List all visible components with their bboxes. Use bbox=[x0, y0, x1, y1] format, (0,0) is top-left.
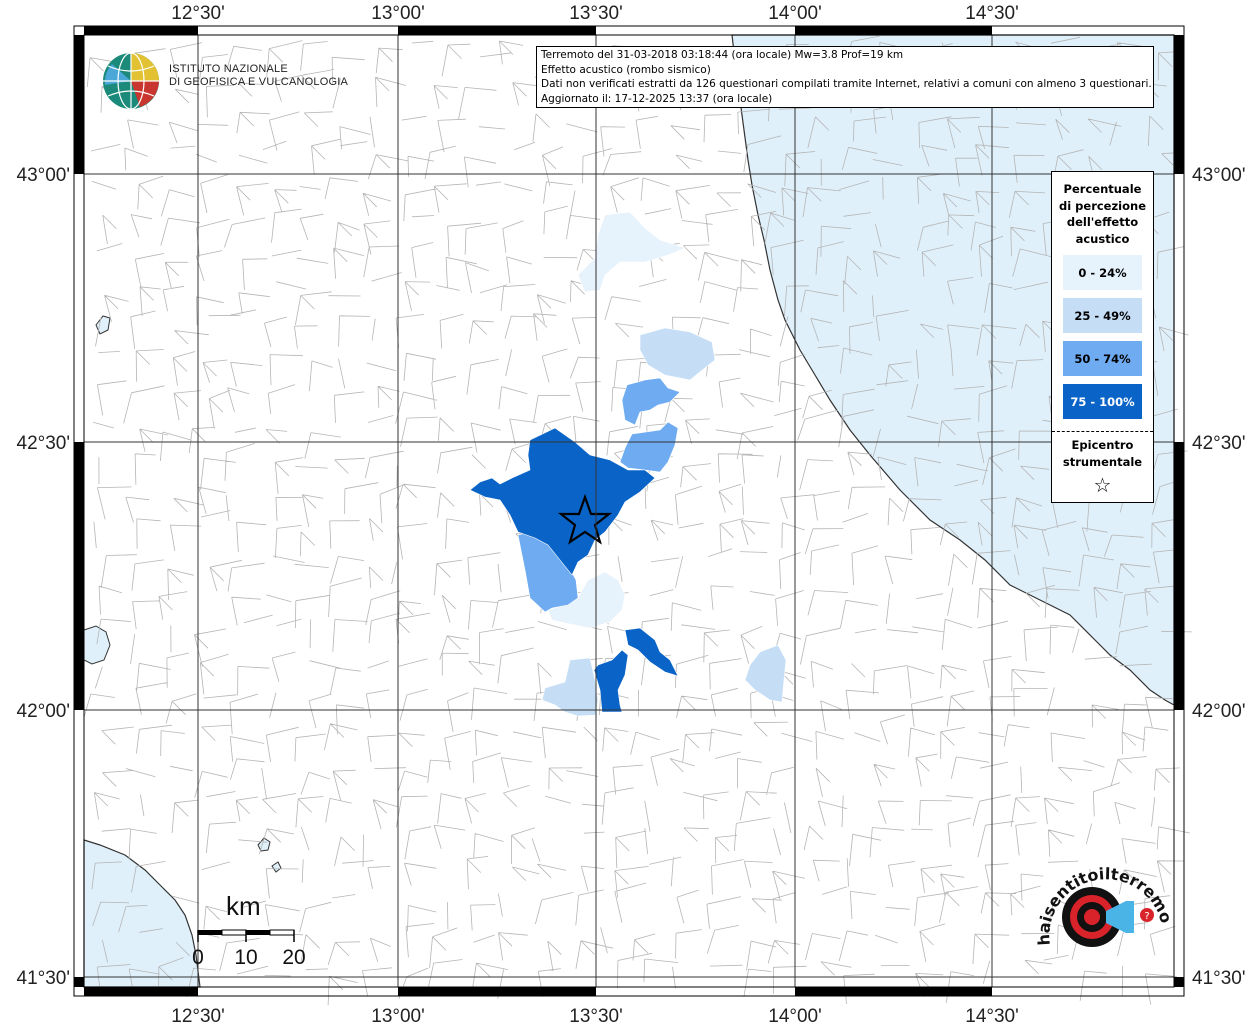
coordinate-label: 14°00' bbox=[768, 3, 822, 24]
longitude-labels-top: 12°30' 13°00' 13°30' 14°00' 14°30' bbox=[171, 3, 1019, 24]
coordinate-label: 13°30' bbox=[569, 3, 623, 24]
coordinate-label: 13°00' bbox=[371, 3, 425, 24]
event-title: Terremoto del 31-03-2018 03:18:44 (ora l… bbox=[541, 49, 904, 61]
ingv-globe-icon bbox=[103, 52, 159, 110]
frame-bar-top bbox=[398, 26, 596, 35]
coordinate-label: 14°00' bbox=[768, 1006, 822, 1024]
frame-bar-bottom bbox=[84, 987, 198, 996]
coordinate-label: 41°30' bbox=[1192, 968, 1246, 989]
scale-unit: km bbox=[226, 891, 261, 921]
frame-bar-top bbox=[795, 26, 992, 35]
scale-bar-segment bbox=[198, 930, 222, 935]
coordinate-label: 41°30' bbox=[17, 968, 71, 989]
frame-bar-bottom bbox=[398, 987, 596, 996]
legend-separator bbox=[1052, 431, 1153, 432]
coordinate-label: 12°30' bbox=[171, 3, 225, 24]
coordinate-label: 14°30' bbox=[965, 3, 1019, 24]
coordinate-label: 42°00' bbox=[1192, 701, 1246, 722]
scale-bar-segment bbox=[221, 929, 247, 936]
coordinate-label: 42°30' bbox=[17, 433, 71, 454]
scale-label-20: 20 bbox=[282, 946, 305, 969]
data-note: Dati non verificati estratti da 126 ques… bbox=[541, 78, 1152, 90]
frame-bar-left bbox=[74, 35, 84, 174]
scale-label-0: 0 bbox=[192, 946, 204, 969]
latitude-labels-left: 43°00' 42°30' 42°00' 41°30' bbox=[17, 165, 71, 989]
haisentito-logo: haisentitoilterremoto.it ? bbox=[1030, 855, 1176, 947]
ingv-line-2: DI GEOFISICA E VULCANOLOGIA bbox=[169, 76, 348, 88]
legend-class-0-24: 0 - 24% bbox=[1063, 255, 1142, 290]
frame-bar-left bbox=[74, 977, 84, 987]
effect-type: Effetto acustico (rombo sismico) bbox=[541, 63, 711, 76]
epicenter-legend-line: Epicentro bbox=[1071, 438, 1134, 452]
scale-bar-segment bbox=[269, 929, 295, 936]
ingv-line-1: ISTITUTO NAZIONALE bbox=[169, 63, 288, 75]
coordinate-label: 13°30' bbox=[569, 1006, 623, 1024]
frame-bar-right bbox=[1174, 442, 1184, 710]
legend: Percentuale di percezione dell'effetto a… bbox=[1051, 171, 1154, 503]
legend-title-line: acustico bbox=[1075, 231, 1130, 246]
frame-bar-bottom bbox=[795, 987, 992, 996]
frame-bar-right bbox=[1174, 977, 1184, 987]
legend-class-75-100: 75 - 100% bbox=[1063, 384, 1142, 419]
coordinate-label: 13°00' bbox=[371, 1006, 425, 1024]
longitude-labels-bottom: 12°30' 13°00' 13°30' 14°00' 14°30' bbox=[171, 1006, 1019, 1024]
frame-bar-top bbox=[84, 26, 198, 35]
frame-bar-left bbox=[74, 442, 84, 710]
coordinate-label: 42°30' bbox=[1192, 433, 1246, 454]
latitude-labels-right: 43°00' 42°30' 42°00' 41°30' bbox=[1192, 165, 1246, 989]
scale-label-10: 10 bbox=[234, 946, 257, 969]
coordinate-label: 14°30' bbox=[965, 1006, 1019, 1024]
coordinate-label: 12°30' bbox=[171, 1006, 225, 1024]
legend-title-line: di percezione bbox=[1058, 198, 1147, 213]
legend-title-line: dell'effetto bbox=[1066, 215, 1139, 229]
legend-title-line: Percentuale bbox=[1063, 182, 1142, 196]
svg-text:?: ? bbox=[1144, 911, 1149, 922]
coordinate-label: 43°00' bbox=[1192, 165, 1246, 186]
legend-title: Percentuale di percezione dell'effetto a… bbox=[1052, 181, 1153, 247]
frame-bar-right bbox=[1174, 35, 1184, 174]
update-time: Aggiornato il: 17-12-2025 13:37 (ora loc… bbox=[541, 92, 773, 105]
legend-class-50-74: 50 - 74% bbox=[1063, 341, 1142, 376]
coordinate-label: 42°00' bbox=[17, 701, 71, 722]
epicenter-legend-title: Epicentro strumentale bbox=[1052, 437, 1153, 470]
event-info-box: Terremoto del 31-03-2018 03:18:44 (ora l… bbox=[536, 46, 1154, 108]
coordinate-label: 43°00' bbox=[17, 165, 71, 186]
epicenter-star-icon: ☆ bbox=[1093, 473, 1112, 497]
ingv-name: ISTITUTO NAZIONALE DI GEOFISICA E VULCAN… bbox=[169, 63, 348, 89]
legend-class-25-49: 25 - 49% bbox=[1063, 298, 1142, 333]
scale-bar-segment bbox=[246, 930, 270, 935]
epicenter-legend-line: strumentale bbox=[1062, 454, 1143, 469]
